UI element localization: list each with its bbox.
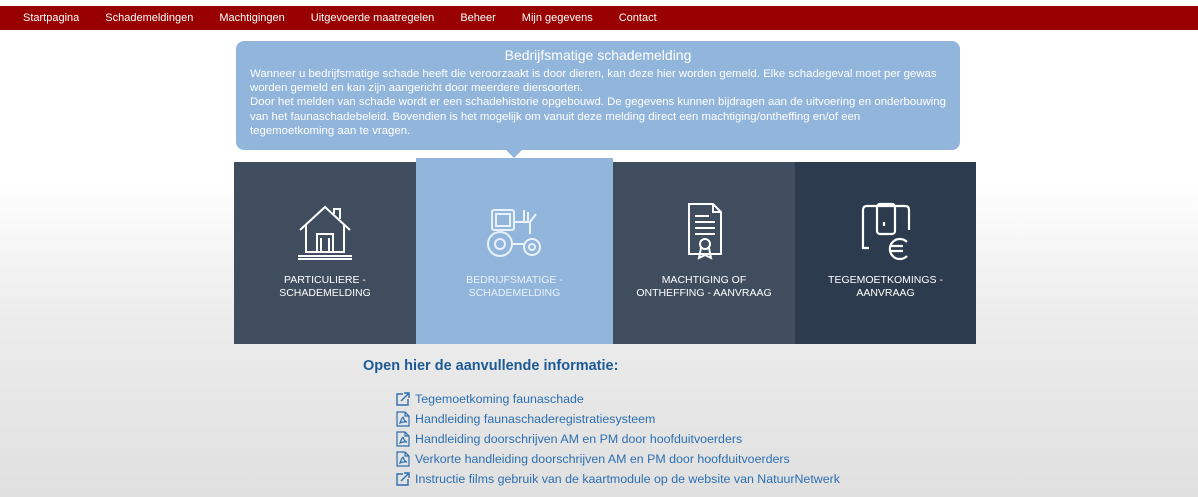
tile-label-line-1: Bedrijfsmatige - (466, 274, 563, 286)
nav-item-beheer[interactable]: Beheer (460, 12, 495, 24)
link-label: Handleiding faunaschaderegistratiesystee… (415, 412, 656, 426)
tile-tegemoetkomings-aanvraag[interactable]: Tegemoetkomings - aanvraag (795, 162, 976, 344)
nav-item-uitgevoerde-maatregelen[interactable]: Uitgevoerde maatregelen (311, 12, 435, 24)
nav-item-mijn-gegevens[interactable]: Mijn gegevens (522, 12, 593, 24)
info-bubble-paragraph-2: Door het melden van schade wordt er een … (250, 96, 946, 137)
tile-label-line-2: schademelding (468, 287, 561, 299)
tile-label-line-2: aanvraag (856, 287, 915, 299)
info-section-heading: Open hier de aanvullende informatie: (363, 358, 619, 374)
tile-machtiging-ontheffing-aanvraag[interactable]: Machtiging of ontheffing - aanvraag (613, 162, 795, 344)
external-link-icon (396, 392, 410, 406)
pdf-icon (396, 451, 410, 467)
tile-particuliere-schademelding[interactable]: Particuliere - schademelding (234, 162, 416, 344)
tractor-icon (486, 209, 541, 257)
tile-label-line-1: Particuliere - (284, 274, 366, 286)
pdf-icon (396, 431, 410, 447)
info-bubble: Bedrijfsmatige schademelding Wanneer u b… (236, 41, 960, 150)
link-verkorte-handleiding-doorschrijven[interactable]: Verkorte handleiding doorschrijven AM en… (395, 449, 840, 469)
info-bubble-title: Bedrijfsmatige schademelding (504, 47, 692, 63)
pdf-icon (396, 411, 410, 427)
info-bubble-pointer (505, 149, 523, 158)
category-tiles: Particuliere - schademelding Bedrijfsmat… (234, 158, 976, 344)
link-instructie-films-kaartmodule[interactable]: Instructie films gebruik van de kaartmod… (395, 469, 840, 489)
certificate-icon (688, 203, 722, 260)
link-label: Verkorte handleiding doorschrijven AM en… (415, 452, 790, 466)
info-links-list: Tegemoetkoming faunaschade Handleiding f… (395, 389, 840, 489)
link-label: Handleiding doorschrijven AM en PM door … (415, 432, 743, 446)
euro-device-icon (861, 202, 910, 261)
main-navigation: Startpagina Schademeldingen Machtigingen… (0, 6, 1198, 30)
tile-label-line-2: ontheffing - aanvraag (636, 287, 772, 299)
link-tegemoetkoming-faunaschade[interactable]: Tegemoetkoming faunaschade (395, 389, 840, 409)
tile-label-line-1: Tegemoetkomings - (828, 274, 943, 286)
link-label: Instructie films gebruik van de kaartmod… (415, 472, 840, 486)
house-icon (298, 205, 352, 260)
link-handleiding-doorschrijven[interactable]: Handleiding doorschrijven AM en PM door … (395, 429, 840, 449)
info-bubble-paragraph-1: Wanneer u bedrijfsmatige schade heeft di… (250, 68, 937, 95)
link-label: Tegemoetkoming faunaschade (415, 392, 584, 406)
nav-item-schademeldingen[interactable]: Schademeldingen (105, 12, 193, 24)
tile-bedrijfsmatige-schademelding[interactable]: Bedrijfsmatige - schademelding (416, 158, 613, 344)
tile-label-line-2: schademelding (279, 287, 371, 299)
tile-label-line-1: Machtiging of (661, 274, 747, 286)
nav-item-machtigingen[interactable]: Machtigingen (219, 12, 284, 24)
link-handleiding-faunaschaderegistratiesysteem[interactable]: Handleiding faunaschaderegistratiesystee… (395, 409, 840, 429)
external-link-icon (396, 472, 410, 486)
nav-item-startpagina[interactable]: Startpagina (23, 12, 79, 24)
nav-item-contact[interactable]: Contact (619, 12, 657, 24)
